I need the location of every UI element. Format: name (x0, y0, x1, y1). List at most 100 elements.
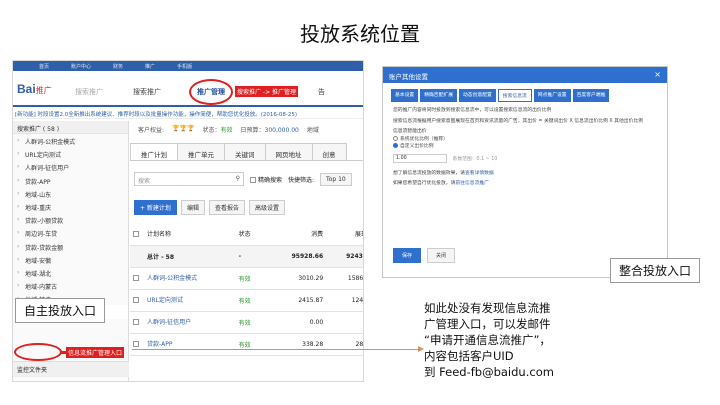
top-nav-account[interactable]: 账户中心 (71, 63, 91, 70)
tab-plan[interactable]: 推广计划 (130, 143, 178, 160)
edit-button[interactable]: 编辑 (180, 199, 205, 215)
close-icon[interactable]: × (654, 70, 661, 79)
row-checkbox[interactable] (130, 267, 144, 290)
sidebar-monitor-folder[interactable]: 监控文件夹 (13, 361, 129, 377)
row-name[interactable]: 人群词-公积金模式 (144, 267, 236, 290)
sidebar-item[interactable]: 人群词-征信用户 (13, 160, 128, 173)
apply-note: 如此处没有发现信息流推 广管理入口，可以发邮件 “申请开通信息流推广”， 内容包… (424, 300, 624, 380)
row-checkbox[interactable] (130, 311, 144, 334)
tab-keyword[interactable]: 关键词 (224, 143, 266, 160)
rights-label: 客户权益: (138, 127, 165, 134)
row-shows: 1242 (326, 289, 363, 312)
brand-bar: Bai推广 搜索推广 搜索推广 推广管理 搜索推广 -> 推广管理 告 (13, 71, 363, 107)
checkbox-icon (133, 319, 139, 325)
integrated-entry-callout: 整合投放入口 (610, 258, 701, 283)
nav-case[interactable]: 搜索推广 (133, 87, 161, 97)
row-checkbox[interactable] (130, 333, 144, 356)
table-total-row: 总计 - 58 - 95928.66 92438 (130, 245, 363, 268)
status-value: 有效 (220, 127, 233, 134)
tab-search-feed[interactable]: 搜索信息流 (497, 89, 532, 102)
new-feature-notice[interactable]: [新功能] 时段设置2.0全新推出系统建议、推荐时段以及批量操作功能，操作简便，… (13, 107, 363, 119)
row-name[interactable]: 贷款-APP (144, 333, 236, 356)
top-nav-finance[interactable]: 财务 (113, 63, 123, 70)
search-icon[interactable]: ⚲ (236, 175, 240, 182)
sidebar-item[interactable]: 贷款-小额贷款 (13, 213, 128, 226)
row-name[interactable]: URL定向测试 (144, 289, 236, 312)
radio-selected-icon (393, 143, 398, 148)
option-custom[interactable]: 自定义出价比例 (393, 143, 657, 151)
option-system[interactable]: 系统优化比例（推荐） (393, 135, 657, 144)
account-stats: 客户权益: 🏆🏆🏆 状态：有效 日预算：300,000.00 地域 (130, 121, 363, 135)
sidebar-item[interactable]: 地域-山东 (13, 187, 128, 200)
table-header-row: 计划名称 状态 消费 展现 (130, 223, 363, 246)
tab-creative[interactable]: 创意 (311, 143, 347, 160)
slide-title: 投放系统位置 (300, 22, 420, 46)
plan-table: 计划名称 状态 消费 展现 总计 - 58 - 95928.66 92438 人… (130, 223, 363, 356)
go-feed-promo-link[interactable]: 前往信息流推广 (455, 181, 489, 186)
sidebar-item[interactable]: 地域-内蒙古 (13, 279, 128, 292)
nav-highlight-ellipse (189, 79, 233, 105)
tab-unit[interactable]: 推广单元 (177, 143, 225, 160)
col-status[interactable]: 状态 (235, 223, 265, 246)
row-checkbox[interactable] (130, 289, 144, 312)
total-name: 总计 - 58 (144, 245, 236, 268)
row-cost: 2415.87 (264, 289, 327, 312)
modal-title: 账户其他设置 (389, 73, 428, 81)
col-shows[interactable]: 展现 (326, 223, 363, 246)
top-nav-promo[interactable]: 推广 (145, 63, 155, 70)
row-status: 有效 (235, 311, 265, 334)
select-all-checkbox[interactable] (130, 223, 144, 246)
view-report-button[interactable]: 查看报告 (208, 199, 245, 215)
quick-filter-select[interactable]: Top 10 (320, 172, 352, 186)
save-button[interactable]: 保存 (393, 248, 422, 263)
row-cost: 338.28 (264, 333, 327, 356)
sidebar-item[interactable]: 周边词-车贷 (13, 226, 128, 239)
note-line: 内容包括客户UID (424, 349, 514, 363)
nav-report[interactable]: 告 (318, 87, 325, 97)
row-status: 有效 (235, 289, 265, 312)
tab-basic[interactable]: 基本设置 (391, 89, 419, 102)
note-line-email: 到 Feed-fb@baidu.com (424, 365, 554, 379)
help-line-2: 如果您希望自行优化投放，请前往信息流推广 (393, 181, 657, 188)
new-plan-button[interactable]: + 新建计划 (134, 199, 177, 215)
cancel-button[interactable]: 关闭 (427, 248, 456, 263)
row-name[interactable]: 人群词-征信用户 (144, 311, 236, 334)
sidebar-item[interactable]: URL定向测试 (13, 147, 128, 160)
advanced-settings-button[interactable]: 高级设置 (248, 199, 285, 215)
ratio-input[interactable]: 1.00 (393, 153, 447, 163)
sidebar-item[interactable]: 地域-安徽 (13, 253, 128, 266)
tab-dynamic-creative[interactable]: 动态创意配置 (459, 89, 496, 102)
table-row: 人群词-征信用户 有效 0.00 (130, 311, 363, 334)
sidebar-item[interactable]: 贷款-贷款金额 (13, 240, 128, 253)
search-input[interactable]: 搜索 ⚲ (134, 172, 244, 186)
tab-negative-match[interactable]: 精确否配扩展 (420, 89, 457, 102)
table-row: 人群词-公积金模式 有效 3010.29 15866 (130, 267, 363, 290)
sidebar-item[interactable]: 贷款-APP (13, 174, 128, 187)
search-row: 搜索 ⚲ 精确搜索 快捷筛选: Top 10 (130, 161, 363, 189)
level-tabs: 推广计划 推广单元 关键词 网页地址 创意 (130, 143, 363, 161)
view-details-link[interactable]: 查看详情数据 (465, 171, 494, 176)
col-cost[interactable]: 消费 (264, 223, 327, 246)
row-shows (326, 311, 363, 334)
tab-url[interactable]: 网页地址 (264, 143, 313, 160)
col-plan-name[interactable]: 计划名称 (144, 223, 236, 246)
precise-search-checkbox[interactable]: 精确搜索 (250, 175, 282, 184)
tab-store-promo[interactable]: 网点推广设置 (533, 89, 571, 102)
top-nav-home[interactable]: 首页 (39, 63, 49, 70)
note-line: 如此处没有发现信息流推 (424, 301, 551, 315)
sidebar-item[interactable]: 地域-重庆 (13, 200, 128, 213)
note-line: 广管理入口，可以发邮件 (424, 317, 551, 331)
radio-icon (393, 135, 398, 141)
top-nav: 首页 账户中心 财务 推广 手机版 (13, 61, 363, 71)
top-nav-mobile[interactable]: 手机版 (177, 63, 192, 70)
budget-value[interactable]: 300,000.00 (265, 127, 299, 134)
sidebar-item[interactable]: 人群词-公积金模式 (13, 134, 128, 147)
checkbox-icon (133, 230, 139, 237)
precise-search-label: 精确搜索 (258, 176, 283, 184)
sidebar-item[interactable]: 地域-湖北 (13, 266, 128, 279)
nav-search-promo-hint: 搜索推广 (75, 88, 103, 96)
sidebar-header[interactable]: 搜索推广 ( 58 ) (13, 121, 128, 134)
tab-client-promo[interactable]: 百度客户端推 (572, 89, 610, 102)
checkbox-icon (133, 297, 139, 303)
checkbox-icon (133, 275, 139, 281)
